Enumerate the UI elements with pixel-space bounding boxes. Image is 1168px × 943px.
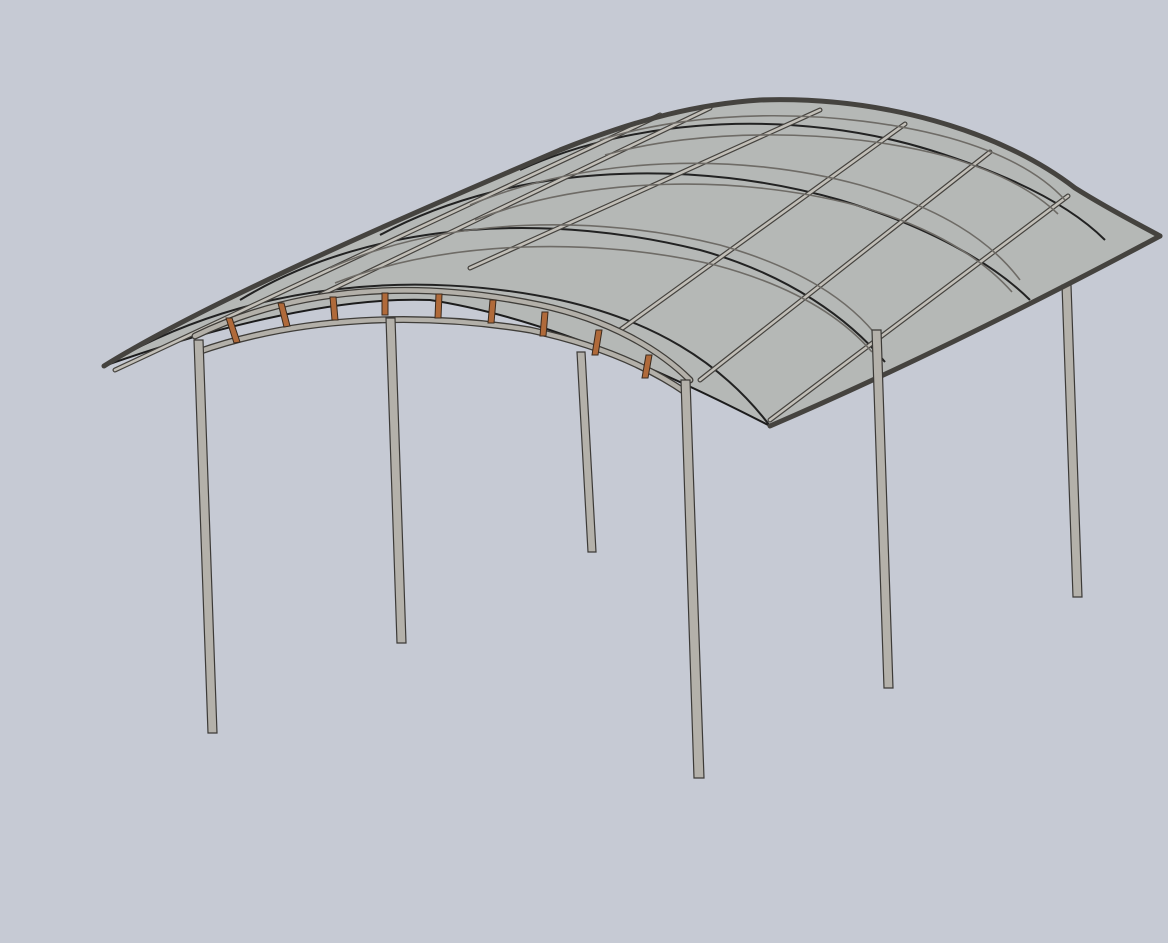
post-front-right: [680, 379, 705, 779]
post-middle-right: [871, 329, 894, 689]
carport-3d-model: [101, 97, 1163, 779]
post-front-middle: [385, 317, 407, 644]
post-front-left: [193, 339, 218, 734]
post-back-middle: [576, 351, 597, 553]
cad-viewport[interactable]: [0, 0, 1168, 943]
post-back-right: [1061, 284, 1083, 598]
